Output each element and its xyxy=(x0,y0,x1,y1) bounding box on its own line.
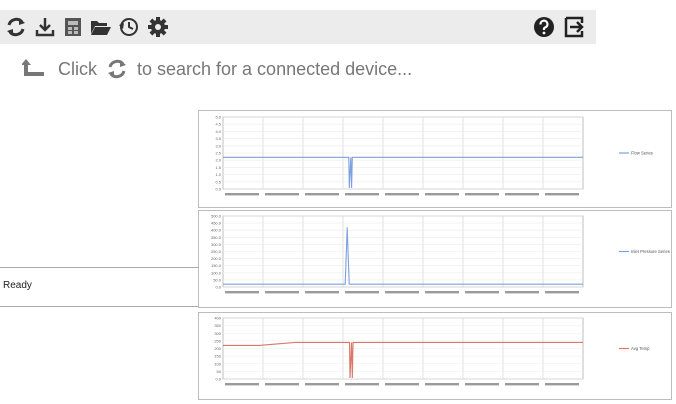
hint-text-after: to search for a connected device... xyxy=(137,58,413,79)
x-tick-label xyxy=(305,193,339,196)
y-tick-label: 2.5 xyxy=(215,151,221,156)
y-tick-label: 300.0 xyxy=(211,242,222,247)
y-tick-label: 350 xyxy=(214,323,221,328)
y-tick-label: 450.0 xyxy=(211,221,222,226)
y-tick-label: 100 xyxy=(214,361,221,366)
legend-label: Avg Temp xyxy=(631,346,650,351)
settings-gear-icon[interactable] xyxy=(144,13,172,41)
x-tick-label xyxy=(225,193,259,196)
x-tick-label xyxy=(225,383,259,386)
y-tick-label: 2.0 xyxy=(215,158,221,163)
y-tick-label: 400 xyxy=(214,316,221,321)
x-tick-label xyxy=(465,383,499,386)
y-tick-label: 300 xyxy=(214,331,221,336)
legend-label: Inlet Pressure Series xyxy=(631,249,670,254)
x-tick-label xyxy=(425,383,459,386)
device-search-hint: Click to search for a connected device..… xyxy=(22,54,412,84)
x-tick-label xyxy=(345,193,379,196)
y-tick-label: 0.0 xyxy=(215,285,221,290)
y-tick-label: 100.0 xyxy=(211,270,222,275)
avg-temp-chart: 400 350 300 250 200 150 100 50 0.0 Avg Temp xyxy=(198,312,672,400)
y-tick-label: 50 xyxy=(217,369,222,374)
y-tick-label: 200.0 xyxy=(211,256,222,261)
x-tick-label xyxy=(345,291,379,294)
x-tick-label xyxy=(385,193,419,196)
y-tick-label: 350.0 xyxy=(211,235,222,240)
chart-panel: 5.0 4.5 4.0 3.5 3.0 2.5 2.0 1.5 1.0 0.5 0.0 Flow Se… xyxy=(198,110,672,400)
return-arrow-icon xyxy=(22,59,46,79)
toolbar xyxy=(0,10,596,44)
y-tick-label: 3.0 xyxy=(215,143,221,148)
y-tick-label: 0.0 xyxy=(215,187,221,192)
x-tick-label xyxy=(465,291,499,294)
y-tick-label: 150.0 xyxy=(211,263,222,268)
legend-label: Flow Series xyxy=(631,151,653,156)
export-xls-icon[interactable] xyxy=(59,13,87,41)
x-tick-label xyxy=(545,193,579,196)
x-tick-label xyxy=(465,193,499,196)
x-tick-label xyxy=(225,291,259,294)
x-tick-label xyxy=(505,291,539,294)
x-tick-label xyxy=(385,383,419,386)
x-tick-label xyxy=(545,291,579,294)
history-clock-icon[interactable] xyxy=(115,13,143,41)
y-tick-label: 3.5 xyxy=(215,136,221,141)
y-tick-label: 400.0 xyxy=(211,228,222,233)
x-tick-label xyxy=(505,193,539,196)
status-text: Ready xyxy=(3,280,32,291)
y-tick-label: 4.5 xyxy=(215,122,221,127)
y-tick-label: 1.5 xyxy=(215,165,221,170)
x-tick-label xyxy=(305,383,339,386)
help-icon[interactable] xyxy=(530,13,558,41)
open-folder-icon[interactable] xyxy=(87,13,115,41)
x-tick-label xyxy=(545,383,579,386)
x-tick-label xyxy=(305,291,339,294)
y-tick-label: 150 xyxy=(214,354,221,359)
flow-chart: 5.0 4.5 4.0 3.5 3.0 2.5 2.0 1.5 1.0 0.5 0.0 Flow Se… xyxy=(198,110,672,208)
y-tick-label: 250.0 xyxy=(211,249,222,254)
y-tick-label: 4.0 xyxy=(215,129,221,134)
x-tick-label xyxy=(425,291,459,294)
refresh-icon[interactable] xyxy=(2,13,30,41)
y-tick-label: 0.0 xyxy=(215,377,221,382)
x-tick-label xyxy=(505,383,539,386)
y-tick-label: 250 xyxy=(214,338,221,343)
x-tick-label xyxy=(345,383,379,386)
x-tick-label xyxy=(425,193,459,196)
x-tick-label xyxy=(385,291,419,294)
x-tick-label xyxy=(265,291,299,294)
download-icon[interactable] xyxy=(31,13,59,41)
inlet-pressure-chart: 500.0 450.0 400.0 350.0 300.0 250.0 200.0 150.0… xyxy=(198,210,672,308)
x-tick-label xyxy=(265,383,299,386)
x-tick-label xyxy=(265,193,299,196)
y-tick-label: 500.0 xyxy=(211,214,222,219)
y-tick-label: 5.0 xyxy=(215,115,221,120)
y-tick-label: 1.0 xyxy=(215,172,221,177)
logout-icon[interactable] xyxy=(560,13,588,41)
hint-text-before: Click xyxy=(58,58,97,79)
status-bar: Ready xyxy=(0,267,198,307)
y-tick-label: 0.5 xyxy=(215,179,221,184)
y-tick-label: 200 xyxy=(214,346,221,351)
y-tick-label: 50.0 xyxy=(213,277,222,282)
refresh-inline-icon xyxy=(106,58,128,80)
